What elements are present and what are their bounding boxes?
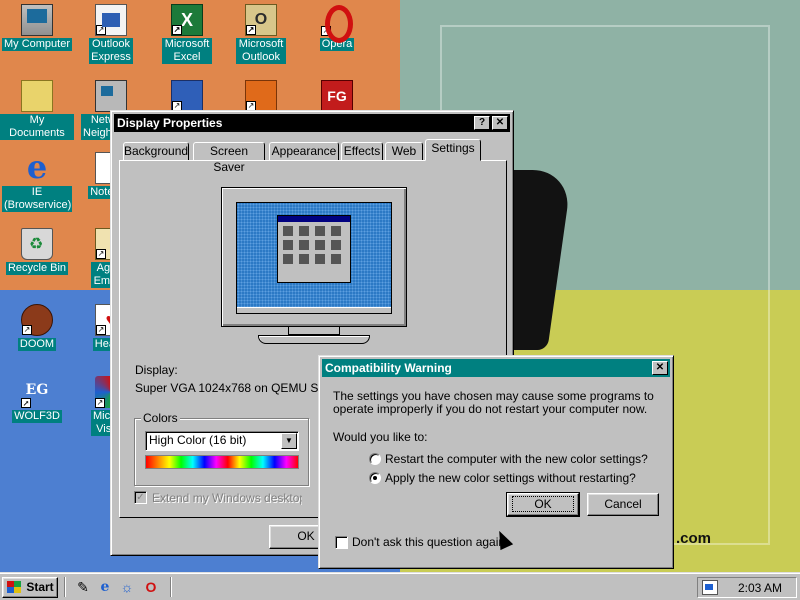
shortcut-arrow-icon: ↗ [96,325,106,335]
desktop-icon-label: IE (Browservice) [2,186,72,212]
fg-app-icon: FG [321,80,353,112]
display-settings-tray-icon[interactable] [702,580,718,595]
taskbar-separator [64,577,66,597]
desktop-icon-outlook[interactable]: O ↗ Microsoft Outlook [224,4,298,64]
desktop-icon-outlook-express[interactable]: ↗ Outlook Express [74,4,148,64]
desktop-icon-recycle-bin[interactable]: Recycle Bin [0,228,74,275]
desktop-icon-fg[interactable]: FG [300,80,374,114]
question-text: Would you like to: [333,430,428,444]
opera-icon[interactable]: O [142,578,160,596]
colors-select-value: High Color (16 bit) [149,433,247,447]
channels-icon[interactable]: ☼ [118,578,136,596]
desktop-icon-label: Recycle Bin [5,262,69,275]
restart-option-label[interactable]: Restart the computer with the new color … [385,452,648,466]
shortcut-arrow-icon: ↗ [21,398,31,408]
ie-icon: e [26,148,48,186]
desktop-icon-unknown-1[interactable]: ↗ [150,80,224,114]
shortcut-arrow-icon: ↗ [321,26,331,36]
colors-select[interactable]: High Color (16 bit) ▼ [145,431,299,451]
outlook-icon: O ↗ [245,4,277,36]
color-spectrum-bar [145,455,299,469]
tab-effects[interactable]: Effects [341,142,383,160]
desktop-icon-label: My Computer [1,38,73,51]
display-label: Display: [135,363,178,377]
start-button[interactable]: Start [2,577,58,598]
apply-radio[interactable] [369,472,381,484]
ok-button-label: OK [512,496,574,512]
colors-groupbox: Colors High Color (16 bit) ▼ [134,411,309,486]
extend-desktop-checkbox[interactable]: ✓ [134,491,147,504]
shortcut-arrow-icon: ↗ [22,325,32,335]
window-title: Display Properties [117,116,223,130]
desktop-icon-excel[interactable]: X ↗ Microsoft Excel [150,4,224,64]
display-adapter-value: Super VGA 1024x768 on QEMU STD V [135,381,325,395]
monitor-neck [288,327,340,335]
restart-radio[interactable] [369,453,381,465]
desktop-icon-opera[interactable]: ↗ Opera [300,4,374,51]
monitor-screen-preview [236,202,392,314]
my-computer-icon [21,4,53,36]
desktop-icon-doom[interactable]: ↗ DOOM [0,304,74,351]
shortcut-arrow-icon: ↗ [172,25,182,35]
desktop-icon-label: Outlook Express [89,38,133,64]
outlook-express-icon: ↗ [95,4,127,36]
desktop-icon-label: WOLF3D [12,410,62,423]
windows-logo-icon [7,581,21,593]
dialog-title: Compatibility Warning [325,361,452,375]
apply-option-label[interactable]: Apply the new color settings without res… [385,471,636,485]
dont-ask-label[interactable]: Don't ask this question again [352,535,505,549]
shortcut-arrow-icon: ↗ [96,249,106,259]
desktop-icon-ie[interactable]: e IE (Browservice) [0,148,74,212]
desktop-icon-my-computer[interactable]: My Computer [0,4,74,51]
shortcut-arrow-icon: ↗ [95,398,105,408]
folder-icon [21,80,53,112]
warning-message: The settings you have chosen may cause s… [333,389,654,416]
desktop-icon-powerpoint[interactable]: ↗ [224,80,298,114]
tab-screen-saver[interactable]: Screen Saver [193,142,265,174]
colors-group-title: Colors [141,411,180,425]
desktop-icon-label: Microsoft Outlook [236,38,286,64]
help-button[interactable]: ? [474,116,490,130]
desktop-icon-label: Microsoft Excel [162,38,212,64]
close-button[interactable]: ✕ [652,361,668,375]
opera-icon: ↗ [321,4,353,43]
display-properties-titlebar[interactable]: Display Properties ? ✕ [114,114,510,132]
system-tray: 2:03 AM [697,577,797,598]
ie-icon[interactable]: e [96,578,114,596]
taskbar-separator [170,577,172,597]
tab-background[interactable]: Background [123,142,189,160]
cancel-button[interactable]: Cancel [587,493,659,516]
chevron-down-icon[interactable]: ▼ [281,433,297,449]
close-button[interactable]: ✕ [492,116,508,130]
preview-window [277,215,351,283]
shortcut-arrow-icon: ↗ [246,25,256,35]
desktop-icon-label: My Documents [0,114,74,140]
taskbar: Start ✎ e ☼ O 2:03 AM [0,572,800,600]
excel-icon: X ↗ [171,4,203,36]
show-desktop-icon[interactable]: ✎ [74,578,92,596]
tab-appearance[interactable]: Appearance [269,142,339,160]
dont-ask-checkbox[interactable] [335,536,348,549]
clock[interactable]: 2:03 AM [738,581,782,595]
desktop-icon-my-documents[interactable]: My Documents [0,80,74,140]
desktop-icon-wolf3d[interactable]: EG ↗ WOLF3D [0,376,74,423]
extend-desktop-label: Extend my Windows desktop onto t [152,491,302,505]
recycle-bin-icon [21,228,53,260]
shortcut-arrow-icon: ↗ [96,25,106,35]
compatibility-warning-titlebar[interactable]: Compatibility Warning ✕ [322,359,670,377]
ok-button[interactable]: OK [506,492,580,517]
desktop-icon-label: DOOM [17,338,57,351]
application-icon: ↗ [171,80,203,112]
monitor-preview [221,187,407,327]
wallpaper-brand-text: .com [676,530,712,547]
doom-icon: ↗ [21,304,53,336]
tab-settings[interactable]: Settings [425,139,481,161]
powerpoint-icon: ↗ [245,80,277,112]
monitor-base [258,335,370,344]
wolf3d-icon: EG ↗ [21,382,49,408]
tab-web[interactable]: Web [385,142,423,160]
network-icon [95,80,127,112]
preview-taskbar [237,307,391,313]
start-label: Start [26,580,54,594]
